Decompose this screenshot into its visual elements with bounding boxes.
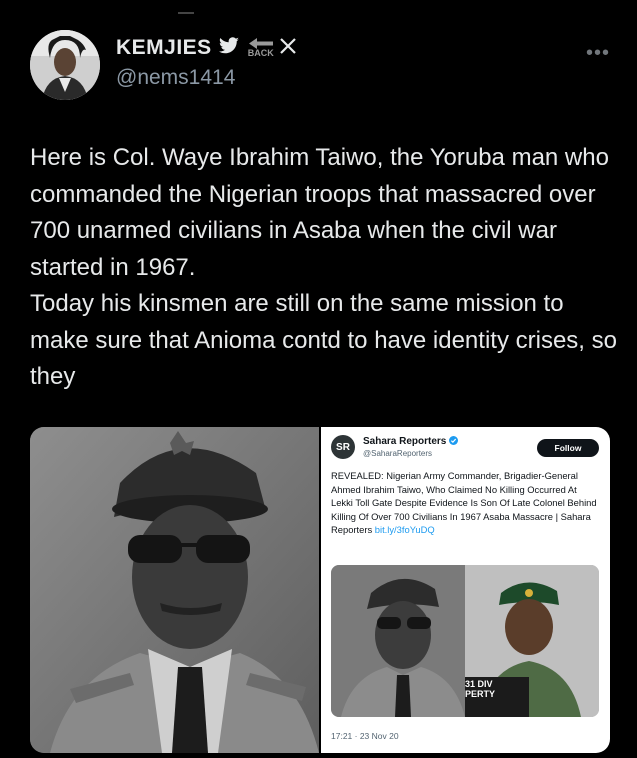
avatar[interactable] bbox=[30, 30, 100, 100]
author-handle[interactable]: @nems1414 bbox=[116, 66, 235, 90]
verified-badge-icon bbox=[449, 436, 459, 447]
embedded-image[interactable]: 31 DIV PERTY bbox=[331, 565, 599, 717]
author-row: KEMJIES BACK bbox=[116, 36, 296, 60]
caption-line-1: 31 DIV bbox=[465, 679, 493, 689]
embedded-name-text: Sahara Reporters bbox=[363, 436, 447, 447]
embedded-author-name[interactable]: Sahara Reporters bbox=[363, 436, 459, 447]
tweet-media[interactable]: SR Sahara Reporters @SaharaReporters Fol… bbox=[30, 427, 610, 753]
caption-line-2: PERTY bbox=[465, 689, 496, 699]
embedded-body: REVEALED: Nigerian Army Commander, Briga… bbox=[331, 470, 597, 536]
embedded-timestamp[interactable]: 17:21 · 23 Nov 20 bbox=[331, 731, 399, 741]
top-bar bbox=[0, 0, 637, 14]
x-logo-icon bbox=[279, 37, 296, 59]
sahara-reporters-logo[interactable]: SR bbox=[331, 435, 355, 459]
embedded-link[interactable]: bit.ly/3foYuDQ bbox=[375, 524, 435, 535]
soldier-photo[interactable] bbox=[30, 427, 319, 753]
author-name[interactable]: KEMJIES bbox=[116, 36, 212, 60]
embedded-header: SR Sahara Reporters @SaharaReporters Fol… bbox=[331, 435, 601, 465]
twitter-bird-icon bbox=[218, 36, 240, 60]
follow-button[interactable]: Follow bbox=[537, 439, 599, 457]
back-label: BACK bbox=[247, 48, 274, 58]
embedded-author-handle[interactable]: @SaharaReporters bbox=[363, 449, 432, 458]
image-caption: 31 DIV PERTY bbox=[465, 679, 495, 699]
tweet-header: KEMJIES BACK @nems1414 ••• bbox=[30, 30, 610, 102]
divider bbox=[178, 12, 194, 14]
embedded-text: REVEALED: Nigerian Army Commander, Briga… bbox=[331, 469, 599, 537]
back-arrow-icon[interactable]: BACK bbox=[248, 38, 274, 58]
embedded-tweet-card[interactable]: SR Sahara Reporters @SaharaReporters Fol… bbox=[321, 427, 610, 753]
tweet-text: Here is Col. Waye Ibrahim Taiwo, the Yor… bbox=[30, 144, 617, 390]
more-options-icon[interactable]: ••• bbox=[586, 42, 610, 65]
